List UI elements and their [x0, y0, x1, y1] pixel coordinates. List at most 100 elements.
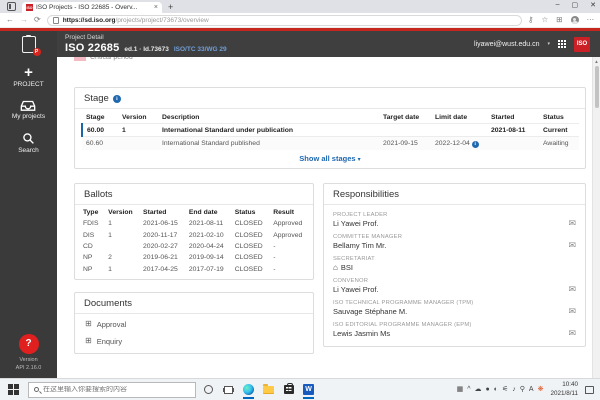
back-icon[interactable]: ← — [6, 16, 14, 24]
stage-col-header: Started — [487, 111, 539, 124]
mail-icon[interactable]: ✉ — [568, 285, 576, 294]
edge-taskbar-button[interactable] — [241, 381, 256, 399]
documents-item-approval[interactable]: ⊞ Approval — [75, 316, 313, 333]
scrollbar-thumb[interactable] — [595, 66, 600, 108]
security-app-icon[interactable]: ❋ — [538, 386, 544, 393]
stage-cell: 2021-09-15 — [379, 137, 431, 151]
documents-item-enquiry[interactable]: ⊞ Enquiry — [75, 333, 313, 350]
taskbar-search[interactable] — [28, 382, 196, 398]
user-menu-caret-icon[interactable]: ▾ — [547, 41, 550, 47]
favorites-star-icon[interactable]: ☆ — [541, 16, 548, 24]
documents-card: Documents ⊞ Approval ⊞ Enquiry — [74, 292, 314, 354]
settings-menu-icon[interactable]: ⋯ — [587, 16, 595, 24]
ballot-type-link[interactable]: CD — [79, 241, 104, 252]
mail-icon[interactable]: ✉ — [568, 307, 576, 316]
ballot-row: FDIS 1 2021-06-15 2021-08-11 CLOSED Appr… — [79, 218, 309, 229]
url-domain: https://sd.iso.org — [63, 17, 116, 24]
responsibility-role: PROJECT LEADER — [333, 212, 568, 218]
stage-row-awaiting[interactable]: 60.60 International Standard published 2… — [82, 137, 579, 151]
responsibility-entry: ISO TECHNICAL PROGRAMME MANAGER (TPM) Sa… — [333, 296, 576, 318]
stage-row-current[interactable]: 60.00 1 International Standard under pub… — [82, 124, 579, 137]
url-path: /projects/project/73673/overview — [115, 17, 208, 24]
file-explorer-button[interactable] — [261, 381, 276, 399]
tray-pin-icon[interactable]: ⚲ — [520, 386, 525, 393]
sidebar: P + PROJECT My projects Search ? Version… — [0, 31, 57, 378]
vertical-tabs-icon[interactable] — [7, 2, 16, 11]
mail-icon[interactable]: ✉ — [568, 241, 576, 250]
window-close-icon[interactable]: ✕ — [590, 1, 596, 9]
stage-cell: 60.00 — [82, 124, 118, 137]
plus-icon: + — [24, 67, 33, 79]
start-button[interactable] — [8, 384, 19, 395]
app-logo[interactable]: P — [19, 35, 39, 55]
mail-icon[interactable]: ✉ — [568, 329, 576, 338]
address-bar[interactable]: https://sd.iso.org/projects/project/7367… — [47, 15, 522, 26]
collections-icon[interactable]: ⊞ — [556, 16, 562, 24]
cortana-button[interactable] — [201, 381, 216, 399]
window-maximize-icon[interactable]: ▢ — [572, 1, 579, 9]
tray-photos-icon[interactable]: ▦ — [457, 386, 464, 393]
onedrive-icon[interactable]: ☁ — [475, 386, 482, 393]
critical-period-swatch — [74, 57, 86, 61]
profile-icon[interactable] — [571, 16, 579, 24]
limit-date-info-icon[interactable]: i — [472, 141, 479, 148]
ballot-type-link[interactable]: NP — [79, 264, 104, 275]
mail-icon[interactable]: ✉ — [568, 219, 576, 228]
word-icon: W — [303, 384, 314, 395]
app-grid-icon[interactable] — [558, 40, 566, 48]
taskbar-clock[interactable]: 10:40 2021/8/11 — [550, 381, 578, 398]
ballot-row: NP 2 2019-06-21 2019-09-14 CLOSED - — [79, 252, 309, 263]
responsibility-entry: COMMITTEE MANAGER Bellamy Tim Mr. ✉ — [333, 230, 576, 252]
scroll-up-icon[interactable]: ▲ — [593, 59, 600, 64]
new-tab-button[interactable]: + — [168, 2, 173, 12]
sidebar-item-project[interactable]: + PROJECT — [13, 67, 43, 88]
responsibility-role: CONVENOR — [333, 278, 568, 284]
store-button[interactable] — [281, 381, 296, 399]
page-scrollbar[interactable]: ▲ — [592, 57, 600, 378]
ballot-col-header: Version — [104, 206, 139, 218]
word-taskbar-button[interactable]: W — [301, 381, 316, 399]
sidebar-item-search[interactable]: Search — [18, 132, 39, 154]
help-button[interactable]: ? — [19, 334, 39, 354]
stage-table: Stage Version Description Target date Li… — [81, 111, 579, 150]
taskbar-search-input[interactable] — [43, 386, 190, 393]
ime-language-icon[interactable]: A — [529, 386, 534, 393]
stage-col-header: Limit date — [431, 111, 487, 124]
stage-col-header: Target date — [379, 111, 431, 124]
task-view-button[interactable] — [221, 381, 236, 399]
refresh-icon[interactable]: ⟳ — [34, 16, 41, 24]
tab-close-icon[interactable]: × — [154, 4, 158, 11]
action-center-icon[interactable] — [585, 386, 594, 394]
forward-icon[interactable]: → — [20, 16, 28, 24]
logo-p-badge: P — [33, 48, 41, 56]
show-all-stages-link[interactable]: Show all stages ▾ — [75, 150, 585, 168]
window-minimize-icon[interactable]: – — [556, 1, 560, 9]
ballot-type-link[interactable]: FDIS — [79, 218, 104, 229]
ballot-type-link[interactable]: NP — [79, 252, 104, 263]
password-key-icon[interactable]: ⚷ — [528, 16, 534, 24]
app-header: Project Detail ISO 22685 ed.1 · Id.73673… — [57, 31, 600, 57]
tray-expand-icon[interactable]: ^ — [467, 386, 470, 393]
responsibility-role: COMMITTEE MANAGER — [333, 234, 568, 240]
tray-display-icon[interactable]: ◐ — [494, 386, 498, 393]
network-icon[interactable]: ⚟ — [502, 386, 508, 393]
responsibility-entry: SECRETARIAT ⌂BSI — [333, 252, 576, 274]
critical-period-label: Critical period — [90, 57, 133, 61]
browser-tab[interactable]: ISO ISO Projects - ISO 22685 - Overv... … — [22, 2, 162, 13]
ballot-row: DIS 1 2020-11-17 2021-02-10 CLOSED Appro… — [79, 229, 309, 240]
stage-info-icon[interactable]: i — [113, 95, 121, 103]
user-email[interactable]: liyawei@wust.edu.cn — [474, 41, 539, 48]
iso-logo[interactable]: ISO — [574, 37, 590, 52]
sidebar-item-my-projects[interactable]: My projects — [12, 100, 45, 120]
folder-icon — [263, 386, 274, 394]
responsibility-name: Lewis Jasmin Ms — [333, 329, 568, 338]
ballot-col-header: Status — [231, 206, 270, 218]
committee-link[interactable]: ISO/TC 33/WG 29 — [174, 46, 227, 53]
expand-plus-icon: ⊞ — [85, 320, 92, 328]
project-title: ISO 22685 — [65, 42, 119, 54]
volume-icon[interactable]: ♪ — [512, 386, 516, 393]
stage-cell — [487, 137, 539, 151]
ballot-type-link[interactable]: DIS — [79, 229, 104, 240]
tray-dot-icon[interactable]: ● — [486, 386, 490, 393]
cortana-icon — [204, 385, 213, 394]
